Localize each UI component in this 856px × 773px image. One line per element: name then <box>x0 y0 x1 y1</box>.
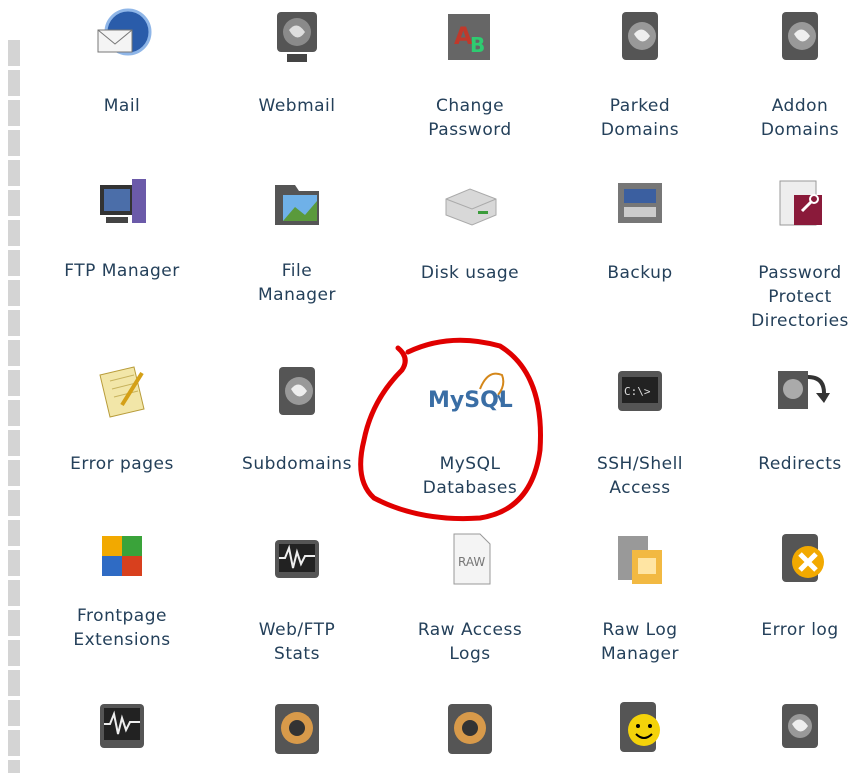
item-label: FTP Manager <box>64 261 180 281</box>
cpanel-item-webalizer[interactable] <box>385 690 555 773</box>
item-label: Backup <box>607 263 673 283</box>
left-sidebar-strip <box>8 40 20 773</box>
item-label: SSH/Shell Access <box>596 454 684 498</box>
cpanel-item-web-ftp-stats[interactable]: Web/FTP Stats <box>212 520 382 680</box>
item-label: Parked Domains <box>600 96 680 140</box>
item-label: File Manager <box>257 261 337 305</box>
disk-usage-icon <box>445 188 497 226</box>
error-pages-icon <box>99 366 145 418</box>
cpanel-item-smiley[interactable] <box>555 690 725 773</box>
file-manager-icon <box>275 185 319 225</box>
item-label: Frontpage Extensions <box>73 606 171 650</box>
cpanel-item-disk-usage[interactable]: Disk usage <box>385 165 555 325</box>
cpanel-item-mail[interactable]: Mail <box>37 0 207 160</box>
raw-badge: RAW <box>458 555 485 569</box>
cpanel-item-awstats[interactable] <box>212 690 382 773</box>
cpanel-item-analog-stats[interactable] <box>37 690 207 773</box>
item-label: Password Protect Directories <box>751 263 849 331</box>
cpanel-item-redirects[interactable]: Redirects <box>715 355 856 505</box>
item-label: Disk usage <box>420 263 520 283</box>
item-label: Error pages <box>70 454 174 474</box>
cpanel-item-frontpage-extensions[interactable]: Frontpage Extensions <box>37 520 207 680</box>
cpanel-item-error-pages[interactable]: Error pages <box>37 355 207 505</box>
item-label: Webmail <box>258 96 336 116</box>
web-ftp-stats-icon <box>275 540 319 578</box>
ssh-shell-icon: C:\> <box>618 371 662 411</box>
cpanel-item-backup[interactable]: Backup <box>555 165 725 325</box>
cpanel-item-file-manager[interactable]: File Manager <box>212 165 382 325</box>
raw-access-logs-icon: RAW <box>453 533 491 585</box>
password-protect-icon <box>779 180 822 226</box>
subdomains-icon <box>279 367 315 415</box>
mysql-icon: MySQL <box>428 372 513 413</box>
addon-domains-icon <box>782 12 818 60</box>
cpanel-item-ssh-shell[interactable]: C:\> SSH/Shell Access <box>555 355 725 505</box>
backup-icon <box>618 183 662 223</box>
parked-domains-icon <box>622 12 658 60</box>
item-label: Raw Access Logs <box>417 620 523 664</box>
cpanel-item-raw-log-manager[interactable]: Raw Log Manager <box>555 520 725 680</box>
cpanel-item-webmail[interactable]: Webmail <box>212 0 382 160</box>
webalizer-icon <box>448 704 492 754</box>
change-password-icon: A B <box>448 14 490 60</box>
cpanel-item-addon-domains[interactable]: Addon Domains <box>715 0 856 160</box>
monitor-icon <box>782 704 818 748</box>
item-label: Redirects <box>758 454 842 474</box>
ftp-manager-icon <box>100 179 146 223</box>
error-log-icon <box>782 534 824 582</box>
svg-text:C:\>: C:\> <box>624 385 651 398</box>
item-label: Mail <box>103 96 141 116</box>
webmail-icon <box>277 12 317 62</box>
item-label: MySQL Databases <box>422 454 518 498</box>
mail-icon <box>97 8 152 56</box>
raw-log-manager-icon <box>618 536 662 584</box>
cpanel-item-subdomains[interactable]: Subdomains <box>212 355 382 505</box>
item-label: Subdomains <box>242 454 352 474</box>
frontpage-icon <box>102 536 142 576</box>
smiley-icon <box>620 702 660 752</box>
item-label: Raw Log Manager <box>600 620 680 664</box>
awstats-icon <box>275 704 319 754</box>
cpanel-item-password-protect[interactable]: Password Protect Directories <box>715 165 856 331</box>
svg-text:B: B <box>470 33 485 57</box>
item-label: Web/FTP Stats <box>258 620 336 664</box>
item-label: Change Password <box>428 96 512 140</box>
cpanel-item-error-log[interactable]: Error log <box>715 520 856 680</box>
cpanel-item-parked-domains[interactable]: Parked Domains <box>555 0 725 160</box>
cpanel-item-change-password[interactable]: A B Change Password <box>385 0 555 160</box>
cpanel-item-mysql-databases[interactable]: MySQL MySQL Databases <box>385 355 555 505</box>
item-label: Addon Domains <box>760 96 840 140</box>
analog-stats-icon <box>100 704 144 748</box>
redirects-icon <box>778 371 830 409</box>
cpanel-item-ftp-manager[interactable]: FTP Manager <box>37 165 207 325</box>
cpanel-item-monitor[interactable] <box>715 690 856 773</box>
item-label: Error log <box>761 620 839 640</box>
cpanel-item-raw-access-logs[interactable]: RAW Raw Access Logs <box>385 520 555 680</box>
